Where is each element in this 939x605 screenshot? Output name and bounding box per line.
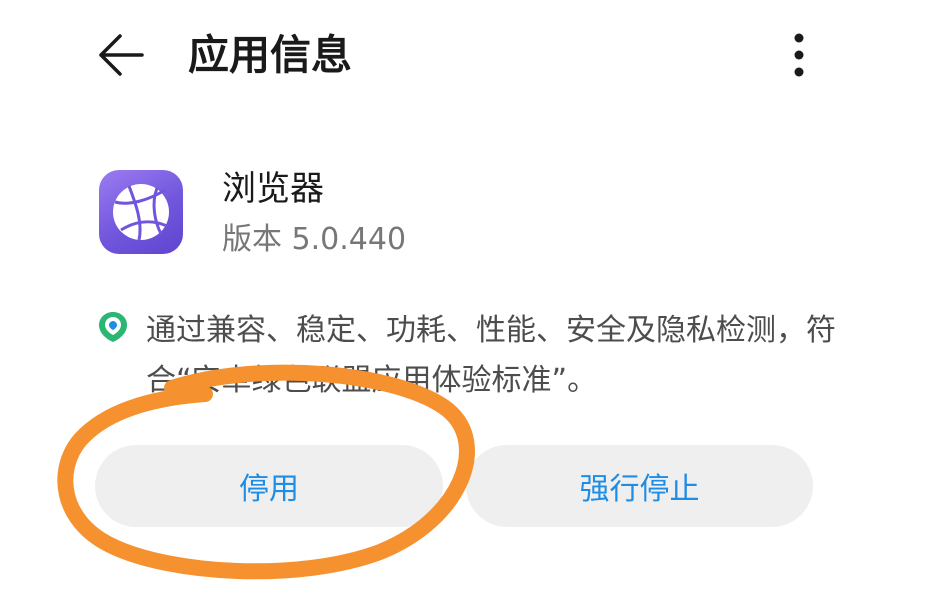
app-version: 版本 5.0.440	[222, 222, 407, 257]
browser-globe-icon	[99, 170, 183, 254]
certification-text: 通过兼容、稳定、功耗、性能、安全及隐私检测，符合“安卓绿色联盟应用体验标准”。	[146, 313, 836, 398]
force-stop-button[interactable]: 强行停止	[466, 445, 813, 527]
app-info-screen: 应用信息 浏览器 版本 5.0.440 通过兼容、稳定、功耗、性能、安全及隐私检…	[0, 0, 939, 605]
back-arrow-icon[interactable]	[96, 32, 146, 78]
more-vertical-icon[interactable]	[786, 30, 812, 80]
shield-check-icon	[96, 310, 130, 344]
disable-button[interactable]: 停用	[95, 445, 443, 527]
app-name: 浏览器	[222, 169, 324, 209]
page-title: 应用信息	[188, 31, 352, 79]
